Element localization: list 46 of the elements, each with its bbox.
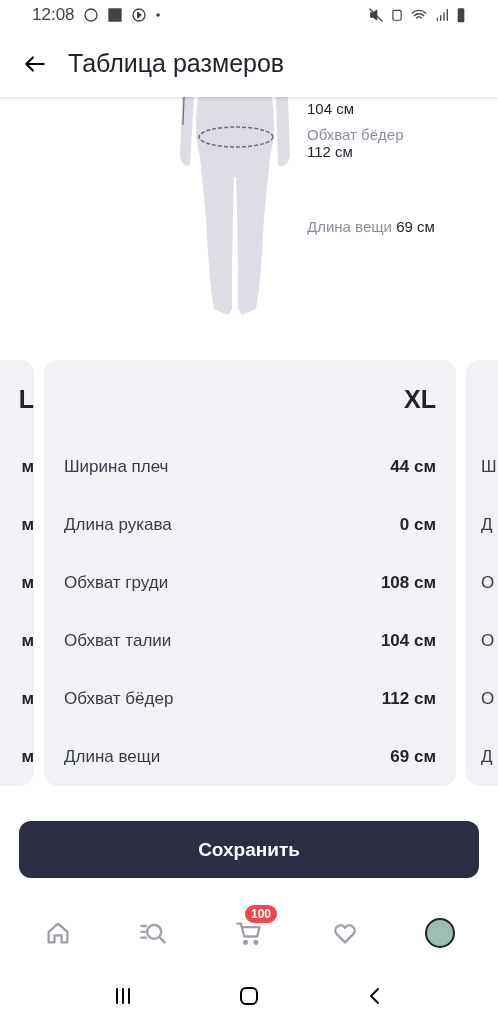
dot-icon [154,12,161,18]
measurement-value: 112 см [381,689,436,709]
measurement-label: О [481,631,495,651]
cart-count-badge: 100 [245,905,277,923]
measurement-label: О [481,689,495,709]
measurement-value: 104 см [307,100,355,117]
measurement-label: Длина рукава [64,515,172,535]
measurement-value: м [21,689,34,709]
measurement-label: Ш [481,457,497,477]
measurement-value: 112 см [307,143,354,160]
play-icon [130,7,147,23]
measurement-value: м [21,747,34,767]
app-icon [106,7,123,23]
measurement-value: м [21,515,34,535]
measurement-value: 104 см [380,631,436,651]
page-title: Таблица размеров [68,49,285,78]
measurement-value: м [21,457,34,477]
measurement-label: Д [481,515,493,535]
measurement-label: О [481,573,495,593]
measurement-label: Длина вещи [64,747,161,767]
status-time: 12:08 [32,5,75,25]
measurement-value: 0 см [399,515,436,535]
mute-icon [368,7,384,23]
measurement-label: Обхват груди [64,573,169,593]
save-button[interactable]: Сохранить [19,821,479,878]
size-card[interactable]: L м м м м м м [0,360,34,786]
measurement-label: Д [481,747,493,767]
measurement-label: Обхват талии [64,631,172,651]
measurement-label: Ширина плеч [64,457,169,477]
size-title: XL [404,384,436,415]
measurement-label: Обхват бёдер [64,689,174,709]
measurement-value: м [21,631,34,651]
size-card[interactable]: Ш Д О О О Д [466,360,498,786]
measurement-value: 69 см [396,218,435,235]
measurement-label: Обхват бёдер [307,126,405,143]
measurement-label: Длина вещи [307,218,392,235]
home-button-icon [237,984,261,1008]
measurement-value: 44 см [390,457,436,477]
measurement-value: 69 см [390,747,436,767]
size-title: L [18,384,34,415]
signal-icon [434,7,450,23]
avatar[interactable] [425,918,456,948]
size-card[interactable]: XL Ширина плеч 44 см Длина рукава 0 см Обхват груди 108 см Обхват талии 104 см Обхват бёдер 112 см Длина вещи 69 см [44,360,456,786]
battery-icon [456,7,466,23]
measurement-value: м [21,573,34,593]
measurement-value: 108 см [380,573,436,593]
